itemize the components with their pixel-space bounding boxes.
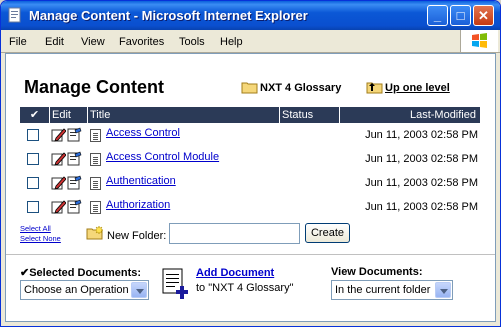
menu-file[interactable]: File bbox=[9, 36, 27, 48]
minimize-button[interactable]: _ bbox=[427, 5, 448, 26]
row-title-link[interactable]: Authorization bbox=[106, 199, 170, 211]
edit-pencil-icon[interactable] bbox=[51, 199, 66, 214]
edit-pencil-icon[interactable] bbox=[51, 127, 66, 142]
up-one-level-link[interactable]: Up one level bbox=[366, 81, 450, 94]
table-row: Authentication Jun 11, 2003 02:58 PM bbox=[20, 173, 480, 193]
row-checkbox[interactable] bbox=[27, 153, 39, 165]
view-documents-label: View Documents: bbox=[331, 266, 423, 278]
up-one-level-label: Up one level bbox=[385, 81, 450, 94]
window-title: Manage Content - Microsoft Internet Expl… bbox=[29, 8, 308, 23]
header-edit: Edit bbox=[50, 107, 88, 123]
row-modified: Jun 11, 2003 02:58 PM bbox=[365, 201, 478, 213]
new-folder-icon bbox=[86, 226, 104, 240]
header-check-all[interactable]: ✔ bbox=[20, 107, 50, 123]
select-all-link[interactable]: Select All bbox=[20, 224, 61, 234]
chevron-down-icon[interactable] bbox=[435, 282, 451, 298]
selection-links: Select All Select None bbox=[20, 224, 61, 244]
operation-select-value: Choose an Operation bbox=[24, 284, 129, 296]
row-title-link[interactable]: Access Control Module bbox=[106, 151, 219, 163]
select-none-link[interactable]: Select None bbox=[20, 234, 61, 244]
new-folder-input[interactable] bbox=[169, 223, 300, 244]
document-icon bbox=[90, 153, 101, 166]
close-button[interactable]: ✕ bbox=[473, 5, 494, 26]
edit-pencil-icon[interactable] bbox=[51, 175, 66, 190]
browser-window: Manage Content - Microsoft Internet Expl… bbox=[0, 0, 501, 327]
row-checkbox[interactable] bbox=[27, 177, 39, 189]
table-row: Authorization Jun 11, 2003 02:58 PM bbox=[20, 197, 480, 217]
menu-edit[interactable]: Edit bbox=[45, 36, 64, 48]
folder-icon bbox=[241, 82, 258, 94]
menu-tools[interactable]: Tools bbox=[179, 36, 205, 48]
add-document-link[interactable]: Add Document bbox=[196, 267, 274, 279]
glossary-link[interactable]: NXT 4 Glossary bbox=[241, 81, 341, 94]
chevron-down-icon[interactable] bbox=[131, 282, 147, 298]
add-document-icon[interactable] bbox=[161, 267, 191, 299]
add-document-target: to "NXT 4 Glossary" bbox=[196, 282, 294, 294]
operation-select[interactable]: Choose an Operation bbox=[20, 280, 149, 300]
document-icon bbox=[90, 129, 101, 142]
row-checkbox[interactable] bbox=[27, 129, 39, 141]
maximize-button[interactable]: □ bbox=[450, 5, 471, 26]
divider bbox=[6, 254, 495, 255]
menu-help[interactable]: Help bbox=[220, 36, 243, 48]
menu-bar: File Edit View Favorites Tools Help bbox=[1, 30, 500, 53]
row-title-link[interactable]: Authentication bbox=[106, 175, 176, 187]
glossary-link-label: NXT 4 Glossary bbox=[260, 81, 342, 94]
row-checkbox[interactable] bbox=[27, 201, 39, 213]
create-folder-button[interactable]: Create bbox=[305, 223, 350, 243]
document-icon bbox=[90, 177, 101, 190]
page-icon bbox=[8, 7, 21, 23]
view-documents-select[interactable]: In the current folder bbox=[331, 280, 453, 300]
properties-icon[interactable] bbox=[67, 175, 82, 190]
title-bar[interactable]: Manage Content - Microsoft Internet Expl… bbox=[1, 1, 500, 30]
folder-up-icon bbox=[366, 82, 383, 94]
row-modified: Jun 11, 2003 02:58 PM bbox=[365, 153, 478, 165]
table-row: Access Control Module Jun 11, 2003 02:58… bbox=[20, 149, 480, 169]
properties-icon[interactable] bbox=[67, 151, 82, 166]
header-last-modified[interactable]: Last-Modified bbox=[340, 107, 480, 123]
table-row: Access Control Jun 11, 2003 02:58 PM bbox=[20, 125, 480, 145]
row-modified: Jun 11, 2003 02:58 PM bbox=[365, 177, 478, 189]
properties-icon[interactable] bbox=[67, 199, 82, 214]
view-documents-select-value: In the current folder bbox=[335, 284, 431, 296]
edit-pencil-icon[interactable] bbox=[51, 151, 66, 166]
menu-view[interactable]: View bbox=[81, 36, 105, 48]
page-title: Manage Content bbox=[24, 77, 165, 97]
page-content: Manage Content NXT 4 Glossary Up one lev… bbox=[5, 53, 496, 322]
properties-icon[interactable] bbox=[67, 127, 82, 142]
row-modified: Jun 11, 2003 02:58 PM bbox=[365, 129, 478, 141]
new-folder-label: New Folder: bbox=[107, 230, 167, 242]
header-title[interactable]: Title bbox=[88, 107, 280, 123]
menu-favorites[interactable]: Favorites bbox=[119, 36, 164, 48]
windows-logo-icon bbox=[460, 30, 498, 52]
row-title-link[interactable]: Access Control bbox=[106, 127, 180, 139]
selected-documents-label: ✔Selected Documents: bbox=[20, 267, 142, 279]
document-icon bbox=[90, 201, 101, 214]
header-status[interactable]: Status bbox=[280, 107, 340, 123]
table-header: ✔ Edit Title Status Last-Modified bbox=[20, 107, 480, 123]
